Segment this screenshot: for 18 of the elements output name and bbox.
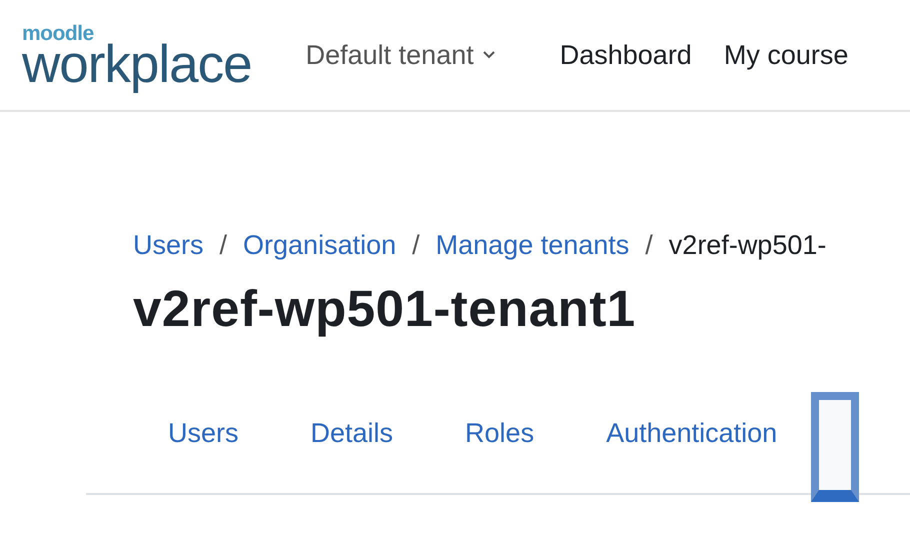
nav-link[interactable]: My course	[724, 40, 848, 70]
breadcrumb-link[interactable]: Manage tenants	[436, 230, 630, 261]
breadcrumb-separator: /	[220, 230, 228, 261]
breadcrumb-link[interactable]: Users	[133, 230, 204, 261]
tab[interactable]: Authentication	[570, 418, 814, 493]
tab[interactable]: Users	[86, 418, 275, 493]
breadcrumb-separator: /	[645, 230, 653, 261]
tab[interactable]: Details	[274, 418, 430, 493]
breadcrumb-current: v2ref-wp501-	[668, 230, 826, 261]
caret-icon	[482, 50, 496, 60]
breadcrumb-link[interactable]: Organisation	[243, 230, 396, 261]
active-tab[interactable]	[811, 392, 860, 502]
moodle-workplace-logo[interactable]: moodle workplace	[22, 23, 252, 91]
nav-link[interactable]: Dashboard	[560, 40, 692, 70]
tenant-dropdown[interactable]: Default tenant	[306, 40, 496, 70]
tab[interactable]: Roles	[429, 418, 570, 493]
breadcrumb-separator: /	[412, 230, 420, 261]
page-title: v2ref-wp501-tenant1	[133, 279, 637, 338]
